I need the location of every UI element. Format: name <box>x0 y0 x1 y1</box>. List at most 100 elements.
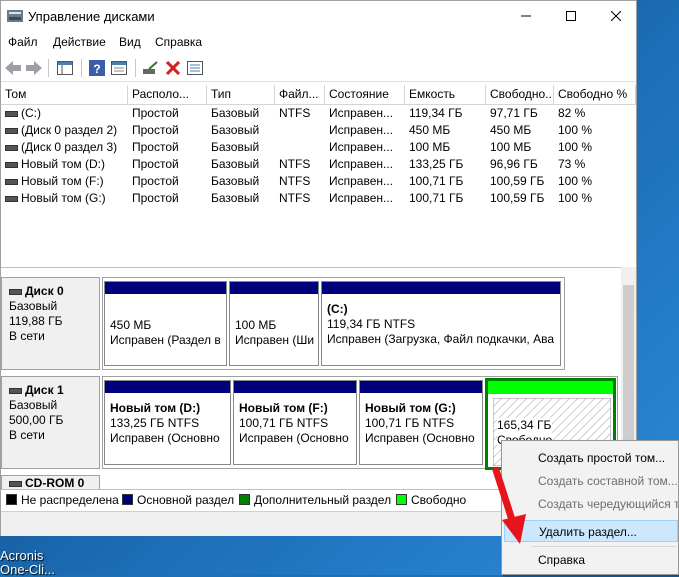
close-button[interactable] <box>593 1 639 31</box>
disk-size: 500,00 ГБ <box>9 413 64 427</box>
table-cell: 82 % <box>558 106 586 120</box>
primary-partition-band <box>105 282 226 294</box>
partition-status: Исправен (Основно <box>110 431 220 445</box>
partition-title: Новый том (G:) <box>365 401 456 415</box>
table-cell: Исправен... <box>329 191 394 205</box>
partition-c[interactable]: (C:) 119,34 ГБ NTFS Исправен (Загрузка, Фа… <box>321 281 561 366</box>
menu-help[interactable]: Справка <box>155 35 202 49</box>
column-header-volume[interactable]: Том <box>1 85 128 104</box>
toolbar-separator <box>135 59 136 77</box>
table-cell: 100 МБ <box>490 140 532 154</box>
menu-item-create-simple-volume[interactable]: Создать простой том... <box>504 447 678 469</box>
legend-label: Основной раздел <box>137 493 235 507</box>
table-cell: 133,25 ГБ <box>409 157 464 171</box>
menu-item-create-spanned-volume[interactable]: Создать составной том... <box>504 470 678 492</box>
table-cell: Исправен... <box>329 174 394 188</box>
back-arrow-icon[interactable] <box>3 58 23 78</box>
column-header-free-percent[interactable]: Свободно % <box>554 85 636 104</box>
title-bar: Управление дисками <box>1 1 636 33</box>
table-cell: Исправен... <box>329 123 394 137</box>
maximize-button[interactable] <box>548 1 594 31</box>
menu-item-help[interactable]: Справка <box>504 549 678 571</box>
menu-view[interactable]: Вид <box>119 35 141 49</box>
legend-label: Не распределена <box>21 493 119 507</box>
menu-action[interactable]: Действие <box>53 35 106 49</box>
table-row[interactable]: Новый том (D:) Простой Базовый NTFS Исправен… <box>1 156 636 173</box>
column-header-capacity[interactable]: Емкость <box>405 85 486 104</box>
volume-icon <box>5 178 18 185</box>
table-cell: NTFS <box>279 191 311 205</box>
list-properties-icon[interactable] <box>185 58 205 78</box>
primary-partition-band <box>322 282 560 294</box>
disk-management-icon <box>7 10 23 22</box>
forward-arrow-icon[interactable] <box>24 58 44 78</box>
table-cell: Базовый <box>211 191 260 205</box>
partition-size: 450 МБ <box>110 318 152 332</box>
primary-partition-band <box>105 381 230 393</box>
help-icon[interactable]: ? <box>87 58 107 78</box>
table-cell: 100,59 ГБ <box>490 174 545 188</box>
partition-size: 100 МБ <box>235 318 277 332</box>
volume-name: (Диск 0 раздел 2) <box>21 123 118 137</box>
legend-swatch-free <box>396 494 407 505</box>
partition-d[interactable]: Новый том (D:) 133,25 ГБ NTFS Исправен (Ос… <box>104 380 231 465</box>
desktop-icon-label[interactable]: Acronis <box>0 548 43 563</box>
column-header-filesystem[interactable]: Файл... <box>275 85 325 104</box>
legend-swatch-unallocated <box>6 494 17 505</box>
legend-swatch-primary <box>122 494 133 505</box>
partition-g[interactable]: Новый том (G:) 100,71 ГБ NTFS Исправен (Ос… <box>359 380 483 465</box>
table-row[interactable]: (Диск 0 раздел 3) Простой Базовый Исправен.… <box>1 139 636 156</box>
disk-0-label[interactable]: Диск 0 Базовый 119,88 ГБ В сети <box>1 277 100 370</box>
menu-file[interactable]: Файл <box>8 35 38 49</box>
table-cell: Базовый <box>211 157 260 171</box>
volume-icon <box>5 144 18 151</box>
menu-item-delete-partition[interactable]: Удалить раздел... <box>504 520 678 542</box>
partition-disk0-2[interactable]: 450 МБ Исправен (Раздел в <box>104 281 227 366</box>
volume-name: (Диск 0 раздел 3) <box>21 140 118 154</box>
column-header-type[interactable]: Тип <box>207 85 275 104</box>
table-cell: Базовый <box>211 106 260 120</box>
table-row[interactable]: (C:) Простой Базовый NTFS Исправен... 119,34 … <box>1 105 636 122</box>
disk-name: Диск 0 <box>25 284 64 298</box>
table-cell: Исправен... <box>329 140 394 154</box>
table-row[interactable]: (Диск 0 раздел 2) Простой Базовый Исправен.… <box>1 122 636 139</box>
delete-icon[interactable] <box>163 58 183 78</box>
volume-icon <box>5 161 18 168</box>
disk-type: Базовый <box>9 299 58 313</box>
column-header-layout[interactable]: Располо... <box>128 85 207 104</box>
partition-f[interactable]: Новый том (F:) 100,71 ГБ NTFS Исправен (Ос… <box>233 380 357 465</box>
column-header-free[interactable]: Свободно... <box>486 85 554 104</box>
primary-partition-band <box>230 282 318 294</box>
window-title: Управление дисками <box>28 9 155 24</box>
toolbar-separator <box>81 59 82 77</box>
legend-swatch-extended <box>239 494 250 505</box>
console-tree-icon[interactable] <box>55 58 75 78</box>
cdrom-name: CD-ROM 0 <box>25 476 85 490</box>
table-row[interactable]: Новый том (F:) Простой Базовый NTFS Исправен… <box>1 173 636 190</box>
primary-partition-band <box>234 381 356 393</box>
connect-disk-icon[interactable] <box>141 58 161 78</box>
table-cell: 100 % <box>558 191 593 205</box>
disk-status: В сети <box>9 428 45 442</box>
scrollbar-thumb[interactable] <box>623 285 634 445</box>
legend-label: Дополнительный раздел <box>254 493 392 507</box>
table-cell <box>275 139 325 156</box>
table-cell: Простой <box>132 106 179 120</box>
partition-disk0-3[interactable]: 100 МБ Исправен (Ши <box>229 281 319 366</box>
table-cell: 100,71 ГБ <box>409 174 464 188</box>
properties-icon[interactable] <box>109 58 129 78</box>
volume-name-cell: (C:) <box>1 105 128 122</box>
menu-item-create-striped-volume[interactable]: Создать чередующийся том... <box>504 493 678 515</box>
disk-1-label[interactable]: Диск 1 Базовый 500,00 ГБ В сети <box>1 376 100 469</box>
table-cell: 100,71 ГБ <box>409 191 464 205</box>
table-row[interactable]: Новый том (G:) Простой Базовый NTFS Исправен… <box>1 190 636 207</box>
table-cell: 450 МБ <box>409 123 451 137</box>
column-header-status[interactable]: Состояние <box>325 85 405 104</box>
table-cell: NTFS <box>279 106 311 120</box>
volume-name-cell: Новый том (F:) <box>1 173 128 190</box>
table-cell: Простой <box>132 157 179 171</box>
minimize-button[interactable] <box>503 1 549 31</box>
partition-status: Исправен (Загрузка, Файл подкачки, Ава <box>327 332 554 346</box>
volume-name: Новый том (G:) <box>21 191 106 205</box>
table-cell: 97,71 ГБ <box>490 106 538 120</box>
